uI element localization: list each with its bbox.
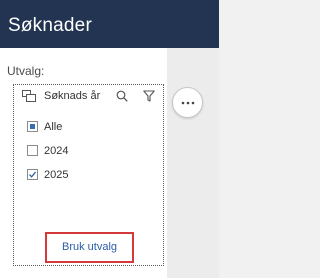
option-label: Alle bbox=[44, 121, 63, 133]
more-options-button[interactable] bbox=[172, 87, 203, 118]
option-alle[interactable]: Alle bbox=[27, 119, 147, 135]
more-icon bbox=[181, 101, 195, 105]
side-strip bbox=[167, 48, 219, 278]
search-icon[interactable] bbox=[116, 90, 128, 102]
checkbox-partial[interactable] bbox=[27, 121, 38, 132]
app-header: Søknader bbox=[0, 0, 219, 48]
list-icon bbox=[22, 90, 36, 102]
apply-filter-button[interactable]: Bruk utvalg bbox=[48, 235, 131, 260]
checkbox-checked[interactable] bbox=[27, 169, 38, 180]
option-2025[interactable]: 2025 bbox=[27, 167, 147, 183]
option-label: 2025 bbox=[44, 169, 69, 181]
filter-header: Søknads år bbox=[14, 85, 163, 107]
filter-icon[interactable] bbox=[143, 90, 155, 102]
option-label: 2024 bbox=[44, 145, 69, 157]
page-title: Søknader bbox=[8, 15, 92, 36]
check-icon bbox=[29, 171, 37, 178]
checkbox-unchecked[interactable] bbox=[27, 145, 38, 156]
filter-title: Søknads år bbox=[44, 90, 101, 102]
section-label: Utvalg: bbox=[7, 64, 45, 78]
option-2024[interactable]: 2024 bbox=[27, 143, 147, 159]
